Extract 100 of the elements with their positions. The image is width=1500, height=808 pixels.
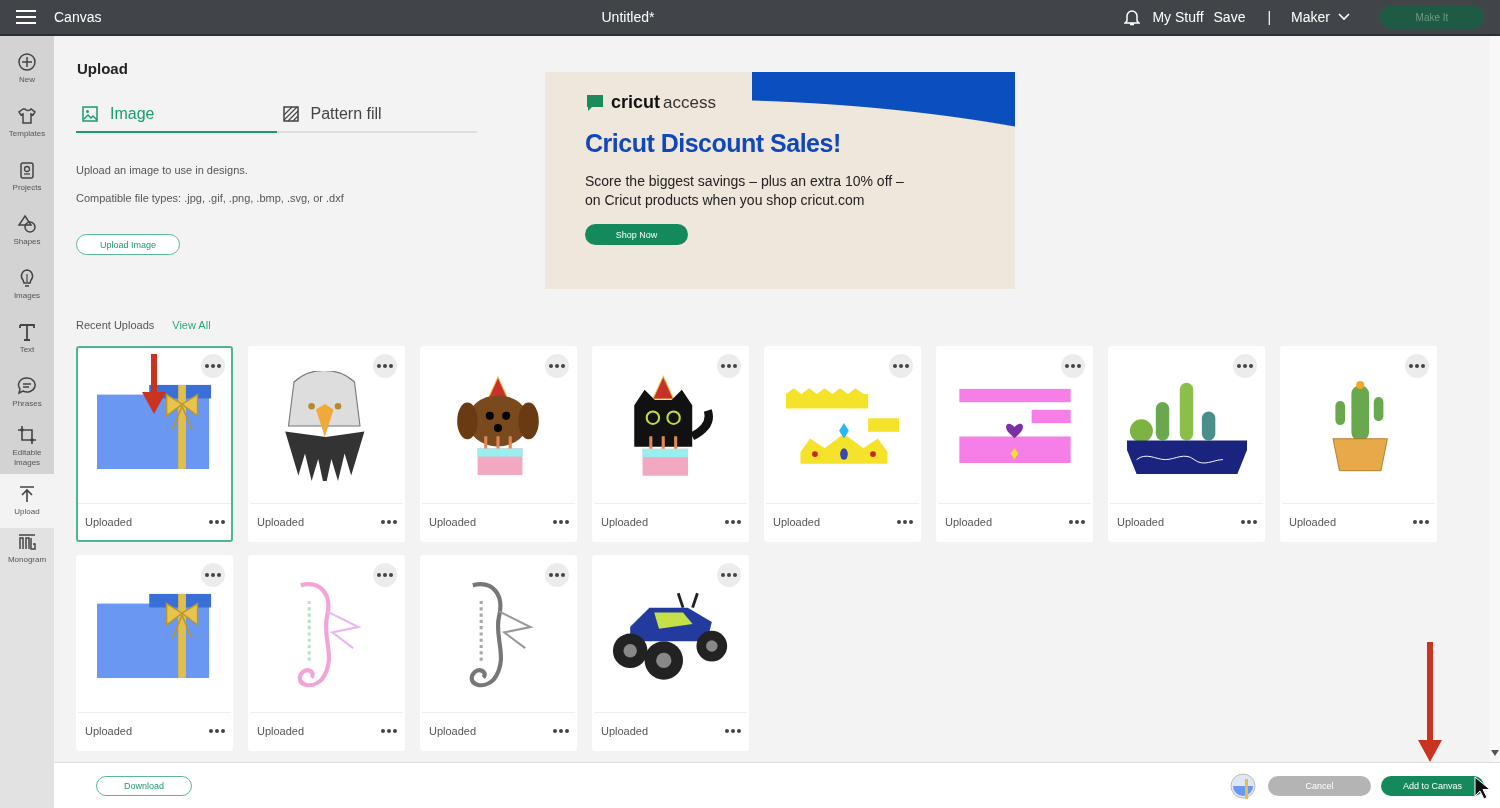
more-button[interactable] bbox=[889, 354, 913, 378]
project-icon bbox=[17, 159, 37, 180]
more-button[interactable] bbox=[545, 563, 569, 587]
top-link[interactable]: My Stuff bbox=[1152, 9, 1204, 25]
card-label: Uploaded bbox=[85, 725, 133, 737]
more-icon[interactable] bbox=[1069, 520, 1085, 524]
scroll-down-icon[interactable] bbox=[1491, 750, 1499, 756]
more-icon bbox=[721, 573, 737, 577]
chevron-down-icon bbox=[1338, 13, 1350, 21]
text-icon bbox=[17, 321, 37, 342]
upload-icon bbox=[17, 483, 37, 504]
card-label: Uploaded bbox=[773, 516, 821, 528]
more-button[interactable] bbox=[373, 354, 397, 378]
image-card[interactable]: Uploaded bbox=[76, 555, 233, 751]
more-icon[interactable] bbox=[381, 729, 397, 733]
more-button[interactable] bbox=[373, 563, 397, 587]
image-card[interactable]: Uploaded bbox=[1108, 346, 1265, 542]
top-link[interactable]: Save bbox=[1213, 9, 1246, 25]
more-icon[interactable] bbox=[897, 520, 913, 524]
more-icon[interactable] bbox=[725, 729, 741, 733]
image-card[interactable]: Uploaded bbox=[764, 346, 921, 542]
more-icon[interactable] bbox=[725, 520, 741, 524]
file-types-text: Compatible file types: .jpg, .gif, .png, .bmp, .svg, or .dxf bbox=[76, 192, 345, 204]
monogram-icon bbox=[17, 532, 37, 552]
card-label: Uploaded bbox=[601, 725, 649, 737]
more-button[interactable] bbox=[1405, 354, 1429, 378]
image-card[interactable]: Uploaded bbox=[936, 346, 1093, 542]
more-button[interactable] bbox=[545, 354, 569, 378]
panel-title: Upload bbox=[77, 60, 129, 77]
more-icon bbox=[549, 573, 565, 577]
banner-text: Score the biggest savings – plus an extra 10% off – bbox=[585, 172, 905, 191]
annotation-arrow bbox=[142, 354, 166, 414]
sidebar-item[interactable]: Phrases bbox=[0, 366, 54, 420]
more-icon[interactable] bbox=[553, 729, 569, 733]
sidebar-item[interactable]: Editable Images bbox=[0, 420, 54, 474]
brand-name: cricut bbox=[611, 92, 661, 113]
image-card[interactable]: Uploaded bbox=[1280, 346, 1437, 542]
banner-text: on Cricut products when you shop cricut.com bbox=[585, 191, 866, 210]
pattern-icon bbox=[282, 106, 299, 122]
more-icon[interactable] bbox=[1241, 520, 1257, 524]
more-icon bbox=[893, 364, 909, 368]
add-to-canvas-button[interactable]: Add to Canvas bbox=[1381, 775, 1484, 796]
chat-bubble-icon bbox=[585, 92, 605, 113]
banner-headline: Cricut Discount Sales! bbox=[585, 129, 842, 158]
more-icon bbox=[1237, 364, 1253, 368]
card-label: Uploaded bbox=[1289, 516, 1337, 528]
section-heading: Recent Uploads bbox=[76, 319, 155, 331]
sidebar-item[interactable]: Shapes bbox=[0, 204, 54, 258]
sidebar-item[interactable]: New bbox=[0, 42, 54, 96]
brand-suffix: access bbox=[663, 92, 716, 113]
sidebar-item[interactable]: Text bbox=[0, 312, 54, 366]
more-icon bbox=[377, 364, 393, 368]
sidebar-item[interactable]: Projects bbox=[0, 150, 54, 204]
plus-icon bbox=[17, 51, 37, 72]
bell-icon[interactable] bbox=[1124, 8, 1141, 26]
image-card[interactable]: Uploaded bbox=[76, 346, 233, 542]
card-label: Uploaded bbox=[429, 725, 477, 737]
more-icon[interactable] bbox=[209, 729, 225, 733]
app-title: Canvas bbox=[54, 9, 102, 25]
card-label: Uploaded bbox=[85, 516, 133, 528]
more-button[interactable] bbox=[1233, 354, 1257, 378]
more-icon[interactable] bbox=[381, 520, 397, 524]
image-card[interactable]: Uploaded bbox=[420, 555, 577, 751]
shop-now-button[interactable]: Shop Now bbox=[585, 224, 688, 245]
shapes-icon bbox=[17, 213, 37, 234]
image-card[interactable]: Uploaded bbox=[420, 346, 577, 542]
sidebar-item[interactable]: Monogram bbox=[0, 528, 54, 808]
more-icon[interactable] bbox=[209, 520, 225, 524]
image-card[interactable]: Uploaded bbox=[592, 346, 749, 542]
menu-icon[interactable] bbox=[16, 10, 36, 24]
card-label: Uploaded bbox=[257, 725, 305, 737]
edit-icon bbox=[17, 424, 37, 445]
tab[interactable]: Pattern fill bbox=[276, 101, 477, 133]
sidebar-item[interactable]: Images bbox=[0, 258, 54, 312]
description-text: Upload an image to use in designs. bbox=[76, 164, 249, 176]
sidebar-item[interactable]: Upload bbox=[0, 474, 54, 528]
sidebar-item[interactable]: Templates bbox=[0, 96, 54, 150]
more-button[interactable] bbox=[717, 354, 741, 378]
more-button[interactable] bbox=[201, 563, 225, 587]
separator-text: | bbox=[1267, 9, 1272, 25]
more-button[interactable] bbox=[201, 354, 225, 378]
card-label: Uploaded bbox=[601, 516, 649, 528]
more-icon[interactable] bbox=[1413, 520, 1429, 524]
more-icon bbox=[377, 573, 393, 577]
selected-image-thumbnail bbox=[1230, 772, 1256, 799]
cursor-icon bbox=[1474, 776, 1490, 800]
image-card[interactable]: Uploaded bbox=[592, 555, 749, 751]
document-title: Untitled* bbox=[601, 9, 655, 25]
image-card[interactable]: Uploaded bbox=[248, 346, 405, 542]
more-icon[interactable] bbox=[553, 520, 569, 524]
more-button[interactable] bbox=[717, 563, 741, 587]
more-button[interactable] bbox=[1061, 354, 1085, 378]
machine-dropdown[interactable]: Maker bbox=[1291, 9, 1350, 25]
more-icon bbox=[205, 364, 221, 368]
shirt-icon bbox=[17, 105, 37, 126]
image-card[interactable]: Uploaded bbox=[248, 555, 405, 751]
download-button[interactable]: Download bbox=[96, 775, 192, 796]
more-icon bbox=[1409, 364, 1425, 368]
card-label: Uploaded bbox=[257, 516, 305, 528]
upload-image-button[interactable]: Upload Image bbox=[76, 234, 180, 255]
